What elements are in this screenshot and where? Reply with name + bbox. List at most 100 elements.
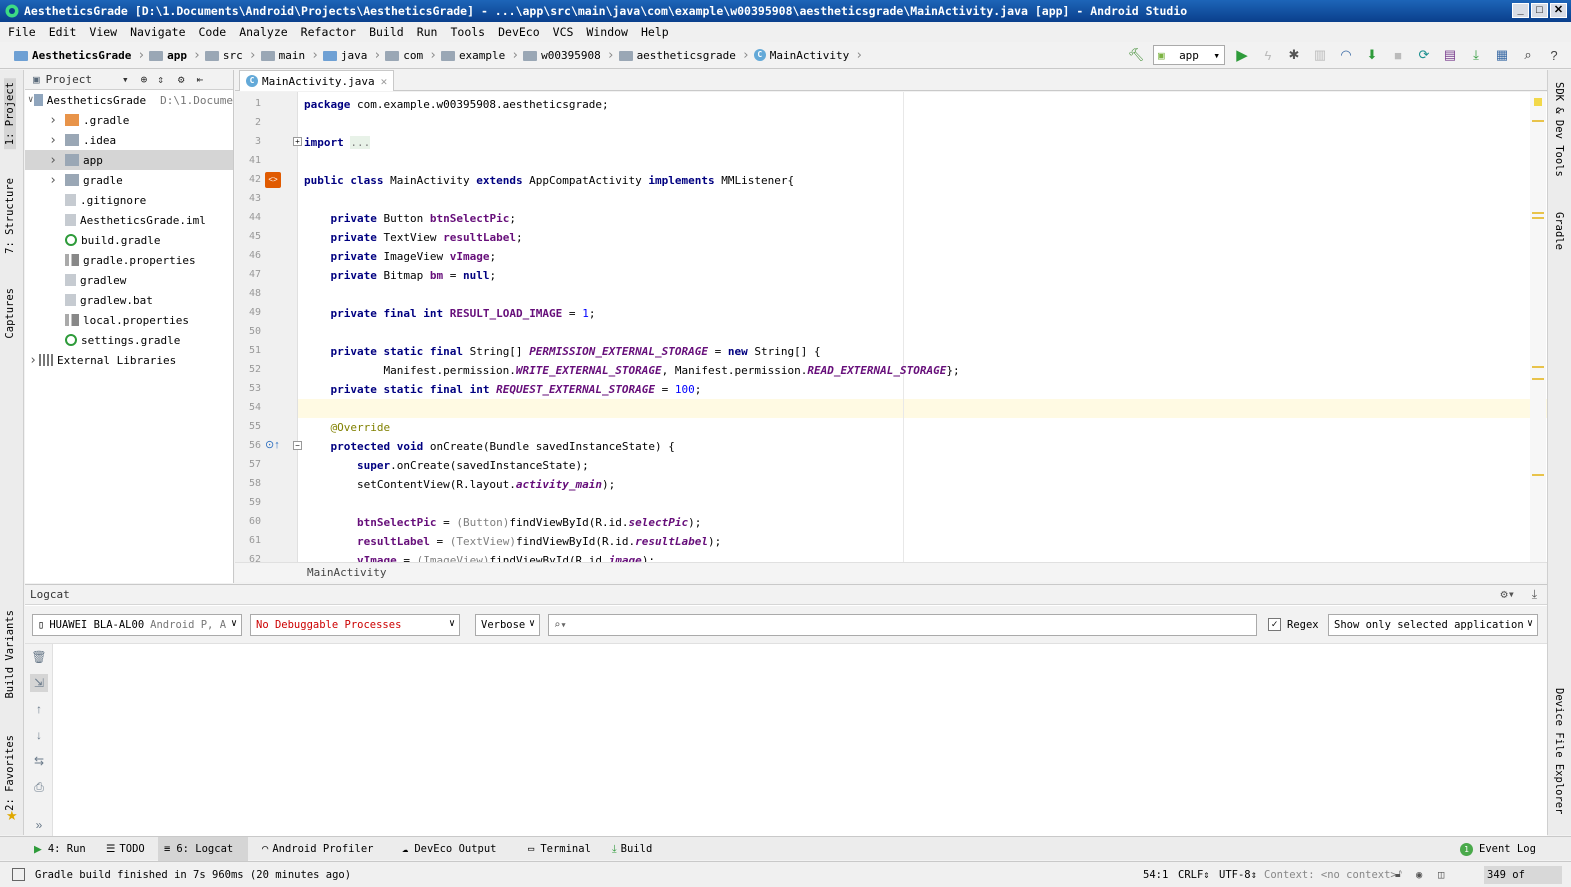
menu-file[interactable]: File bbox=[8, 25, 36, 39]
warning-marker[interactable] bbox=[1532, 120, 1544, 122]
search-everywhere-icon[interactable]: ⌕ bbox=[1519, 46, 1537, 64]
lock-icon[interactable]: 🔓︎ bbox=[1395, 868, 1402, 881]
encoding-select[interactable]: UTF-8⇕ bbox=[1219, 869, 1257, 881]
bottom-tab-android-profiler[interactable]: ◠ Android Profiler bbox=[256, 837, 379, 861]
breadcrumb-project[interactable]: AestheticsGrade › bbox=[14, 48, 145, 63]
tree-item-settings-gradle[interactable]: settings.gradle bbox=[25, 330, 233, 350]
menu-deveco[interactable]: DevEco bbox=[498, 25, 540, 39]
chevron-right-icon[interactable]: › bbox=[47, 133, 59, 148]
sdk-manager-icon[interactable]: ⤓ bbox=[1467, 46, 1485, 64]
tree-item-app[interactable]: › app bbox=[25, 150, 233, 170]
tool-tab-structure[interactable]: 7: Structure bbox=[4, 178, 16, 254]
filter-select[interactable]: Show only selected application ∨ bbox=[1328, 614, 1538, 636]
menu-analyze[interactable]: Analyze bbox=[239, 25, 287, 39]
breadcrumb-src[interactable]: src › bbox=[204, 48, 257, 63]
tree-item-local-properties[interactable]: local.properties bbox=[25, 310, 233, 330]
breadcrumb-java[interactable]: java › bbox=[322, 48, 381, 63]
menu-view[interactable]: View bbox=[89, 25, 117, 39]
logcat-output[interactable] bbox=[53, 644, 1547, 836]
tool-tab-build-variants[interactable]: Build Variants bbox=[4, 610, 16, 699]
project-view-select[interactable]: Project bbox=[46, 73, 92, 86]
avd-manager-icon[interactable]: ▤ bbox=[1441, 46, 1459, 64]
breadcrumb-aestheticsgrade[interactable]: aestheticsgrade › bbox=[618, 48, 750, 63]
chevron-right-icon[interactable]: › bbox=[27, 353, 39, 368]
tool-tab-favorites[interactable]: 2: Favorites bbox=[4, 735, 16, 811]
tool-tab-sdk-dev-tools[interactable]: SDK & Dev Tools bbox=[1553, 82, 1565, 177]
collapse-all-icon[interactable]: ⇕ bbox=[157, 73, 164, 86]
chevron-down-icon[interactable]: ∨ bbox=[27, 95, 34, 105]
breadcrumb-mainactivity[interactable]: C MainActivity › bbox=[753, 48, 863, 63]
apply-changes-icon[interactable]: ϟ bbox=[1259, 46, 1277, 64]
menu-navigate[interactable]: Navigate bbox=[130, 25, 185, 39]
maximize-button[interactable]: □ bbox=[1531, 3, 1548, 18]
warning-marker[interactable] bbox=[1532, 378, 1544, 380]
help-icon[interactable]: ? bbox=[1545, 46, 1563, 64]
menu-tools[interactable]: Tools bbox=[450, 25, 485, 39]
project-structure-icon[interactable]: ▦ bbox=[1493, 46, 1511, 64]
inspector-icon[interactable]: ◉ bbox=[1416, 869, 1422, 881]
menu-build[interactable]: Build bbox=[369, 25, 404, 39]
tool-windows-toggle-icon[interactable] bbox=[12, 868, 25, 881]
tree-item-aestheticsgrade-iml[interactable]: AestheticsGrade.iml bbox=[25, 210, 233, 230]
tree-item-gradle-properties[interactable]: gradle.properties bbox=[25, 250, 233, 270]
print-icon[interactable]: ⎙ bbox=[30, 778, 48, 796]
tree-item-gradlew[interactable]: gradlew bbox=[25, 270, 233, 290]
bottom-tab-logcat[interactable]: ≡ 6: Logcat bbox=[158, 837, 248, 861]
bottom-tab-event-log[interactable]: 1 Event Log bbox=[1454, 837, 1542, 861]
menu-code[interactable]: Code bbox=[199, 25, 227, 39]
soft-wrap-icon[interactable]: ⇆ bbox=[30, 752, 48, 770]
run-configuration-select[interactable]: ▣ app ▾ bbox=[1153, 45, 1225, 65]
down-arrow-icon[interactable]: ↓ bbox=[30, 726, 48, 744]
tool-tab-gradle[interactable]: Gradle bbox=[1553, 212, 1565, 250]
menu-vcs[interactable]: VCS bbox=[553, 25, 574, 39]
more-actions-icon[interactable]: » bbox=[30, 816, 48, 834]
clear-logcat-trash-icon[interactable]: 🗑︎ bbox=[30, 648, 48, 666]
editor-breadcrumb[interactable]: MainActivity bbox=[235, 562, 1547, 582]
bottom-tab-deveco-output[interactable]: ☁ DevEco Output bbox=[396, 837, 503, 861]
menu-help[interactable]: Help bbox=[641, 25, 669, 39]
tree-item-gradlew-bat[interactable]: gradlew.bat bbox=[25, 290, 233, 310]
close-window-button[interactable]: ✕ bbox=[1550, 3, 1567, 18]
chevron-right-icon[interactable]: › bbox=[47, 173, 59, 188]
tree-item-build-gradle[interactable]: build.gradle bbox=[25, 230, 233, 250]
tool-tab-captures[interactable]: Captures bbox=[4, 288, 16, 339]
chevron-right-icon[interactable]: › bbox=[47, 113, 59, 128]
regex-checkbox[interactable]: ✓ Regex bbox=[1268, 618, 1319, 631]
make-project-hammer-icon[interactable]: 🔨︎ bbox=[1127, 46, 1145, 64]
attach-debugger-icon[interactable]: ⬇ bbox=[1363, 46, 1381, 64]
context-indicator[interactable]: Context: <no context> bbox=[1264, 869, 1397, 881]
locate-file-icon[interactable]: ⊕ bbox=[141, 73, 148, 86]
tree-item-gradle[interactable]: › gradle bbox=[25, 170, 233, 190]
breadcrumb-w00395908[interactable]: w00395908 › bbox=[523, 48, 615, 63]
settings-gear-icon[interactable]: ⚙▾ bbox=[1501, 587, 1515, 601]
override-marker-icon[interactable]: ⊙↑ bbox=[265, 438, 280, 451]
process-select[interactable]: No Debuggable Processes ∨ bbox=[250, 614, 460, 636]
memory-indicator[interactable]: 349 of 1246M bbox=[1484, 866, 1562, 884]
inspection-status-icon[interactable] bbox=[1534, 98, 1542, 106]
breadcrumb-example[interactable]: example › bbox=[440, 48, 519, 63]
device-select[interactable]: ▯ HUAWEI BLA-AL00 Android P, A ∨ bbox=[32, 614, 242, 636]
tree-item-external-libraries[interactable]: › External Libraries bbox=[25, 350, 233, 370]
menu-edit[interactable]: Edit bbox=[49, 25, 77, 39]
stop-icon[interactable]: ■ bbox=[1389, 46, 1407, 64]
run-icon[interactable]: ▶ bbox=[1233, 46, 1251, 64]
caret-position[interactable]: 54:1 bbox=[1143, 869, 1168, 881]
code-editor[interactable]: 1 2 3 41 42 43 44 45 46 47 48 49 50 51 52 53 54 55 56 57 58 5… bbox=[235, 92, 1547, 562]
chevron-right-icon[interactable]: › bbox=[47, 153, 59, 168]
line-separator-select[interactable]: CRLF⇕ bbox=[1178, 869, 1210, 881]
warning-marker[interactable] bbox=[1532, 366, 1544, 368]
chevron-down-icon[interactable]: ▾ bbox=[122, 73, 129, 86]
coverage-icon[interactable]: ◠ bbox=[1337, 46, 1355, 64]
tool-tab-device-file-explorer[interactable]: Device File Explorer bbox=[1553, 688, 1565, 814]
fold-import-icon[interactable]: + bbox=[293, 137, 302, 146]
menu-refactor[interactable]: Refactor bbox=[301, 25, 356, 39]
tree-root-item[interactable]: ∨ AestheticsGrade D:\1.Docume bbox=[25, 90, 233, 110]
tree-item-gitignore[interactable]: .gitignore bbox=[25, 190, 233, 210]
close-tab-icon[interactable]: ✕ bbox=[381, 75, 388, 88]
hide-panel-icon[interactable]: ⇤ bbox=[196, 73, 203, 86]
debug-icon[interactable]: ✱ bbox=[1285, 46, 1303, 64]
event-icon[interactable]: ◫ bbox=[1438, 869, 1444, 881]
logcat-search-input[interactable]: ⌕▾ bbox=[548, 614, 1257, 636]
warning-marker[interactable] bbox=[1532, 212, 1544, 214]
bottom-tab-todo[interactable]: ☰ TODO bbox=[100, 837, 151, 861]
